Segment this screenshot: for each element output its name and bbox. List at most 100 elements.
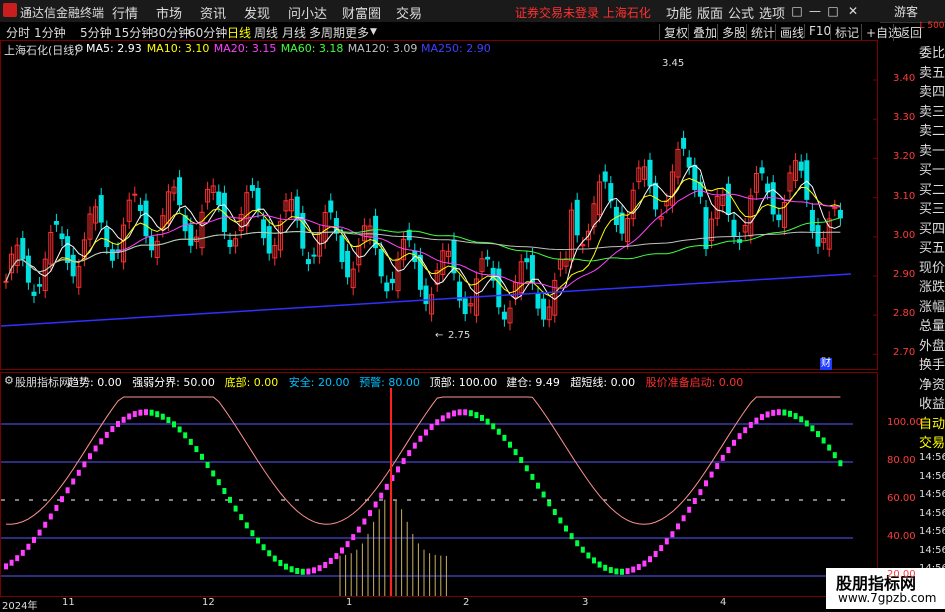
tab-1min[interactable]: 1分钟: [34, 24, 66, 41]
indicator-bar: [384, 483, 389, 490]
indicator-bar: [356, 526, 361, 533]
tab-30min[interactable]: 30分钟: [151, 24, 190, 41]
candle-body: [59, 233, 65, 240]
indicator-settings-icon[interactable]: ⚙: [4, 374, 14, 387]
tool-mark[interactable]: 标记: [830, 24, 859, 41]
settings-icon[interactable]: ⚙: [74, 42, 84, 55]
tab-weekly[interactable]: 周线: [254, 24, 278, 41]
menu-discover[interactable]: 发现: [244, 3, 270, 22]
indicator-bar: [261, 544, 266, 551]
candle-body: [149, 236, 155, 251]
restore-icon[interactable]: □: [790, 4, 804, 18]
menu-ask[interactable]: 问小达: [288, 3, 327, 22]
tool-adjust[interactable]: 复权: [659, 24, 688, 41]
indicator-bar: [631, 566, 636, 573]
candle-body: [53, 220, 59, 225]
indicator-bar: [166, 417, 171, 424]
indicator-y-tick: 20.00: [887, 569, 916, 580]
candle-body: [535, 293, 541, 309]
tool-back[interactable]: 返回: [893, 24, 922, 41]
tab-daily[interactable]: 日线: [227, 24, 251, 41]
tab-monthly[interactable]: 月线: [282, 24, 306, 41]
menu-wealth[interactable]: 财富圈: [342, 3, 381, 22]
main-y-tick: 2.70: [893, 347, 916, 359]
indicator-bar: [284, 563, 288, 570]
candle-body: [255, 187, 261, 211]
indicator-bar: [776, 409, 781, 416]
menu-market[interactable]: 市场: [156, 3, 182, 22]
trade-time: 14:56: [919, 452, 945, 463]
menu-quotes[interactable]: 行情: [112, 3, 138, 22]
indicator-bar: [788, 410, 792, 417]
indicator-bar: [60, 496, 64, 503]
menu-layout[interactable]: 版面: [697, 3, 723, 22]
indicator-bar: [412, 442, 417, 449]
indicator-bar: [138, 409, 143, 416]
login-notice[interactable]: 证券交易未登录 上海石化: [515, 4, 651, 21]
minimize-icon[interactable]: —: [808, 4, 822, 18]
indicator-bar: [530, 473, 535, 480]
indicator-bar: [132, 411, 137, 418]
indicator-bar: [401, 458, 406, 465]
ma-legend-item: MA5: 2.93: [86, 42, 142, 55]
candle-body: [462, 298, 468, 315]
indicator-bar: [608, 567, 613, 574]
candle-body: [25, 255, 31, 283]
maximize-icon[interactable]: □: [826, 4, 840, 18]
menu-formula[interactable]: 公式: [728, 3, 754, 22]
candle-body: [765, 183, 771, 193]
menu-trade[interactable]: 交易: [396, 3, 422, 22]
tool-draw[interactable]: 画线: [775, 24, 804, 41]
indicator-bar: [670, 531, 675, 538]
indicator-bar: [765, 411, 770, 418]
tab-15min[interactable]: 15分钟: [114, 24, 153, 41]
main-y-tick: 3.20: [893, 151, 916, 163]
quote-panel-label: 卖四: [919, 85, 945, 100]
indicator-bar: [642, 560, 647, 567]
tool-overlay[interactable]: 叠加: [688, 24, 717, 41]
tab-multi-period[interactable]: 多周期: [309, 24, 345, 41]
more-dropdown-icon[interactable]: ▼: [370, 27, 377, 37]
indicator-bar: [351, 534, 356, 541]
indicator-bar: [653, 551, 658, 558]
tab-more[interactable]: 更多: [345, 24, 369, 41]
tab-5min[interactable]: 5分钟: [80, 24, 112, 41]
candle-body: [266, 226, 272, 254]
indicator-bar: [732, 439, 736, 446]
indicator-bar: [200, 453, 204, 460]
quote-panel-label: 卖一: [919, 143, 945, 159]
candle-body: [759, 167, 765, 174]
tool-multi-stock[interactable]: 多股: [717, 24, 746, 41]
menu-news[interactable]: 资讯: [200, 3, 226, 22]
candle-body: [686, 157, 692, 168]
indicator-bar: [205, 461, 210, 468]
menu-options[interactable]: 选项: [759, 3, 785, 22]
close-icon[interactable]: ✕: [846, 4, 860, 18]
indicator-bar: [82, 461, 87, 468]
kline-grid: [873, 79, 877, 355]
candle-body: [798, 161, 804, 171]
indicator-bar: [20, 549, 25, 556]
candle-body: [132, 193, 138, 196]
tool-f10[interactable]: F10: [804, 24, 831, 38]
indicator-bar: [328, 558, 333, 565]
tool-stats[interactable]: 统计: [746, 24, 775, 41]
indicator-bar: [648, 556, 652, 563]
indicator-bar: [485, 418, 490, 425]
candle-body: [574, 199, 580, 236]
tab-timeshare[interactable]: 分时: [6, 24, 30, 41]
candle-body: [608, 183, 614, 202]
ma-legend-item: MA10: 3.10: [146, 42, 210, 55]
quote-panel-label: 净资: [919, 377, 945, 393]
indicator-bar: [317, 565, 322, 572]
tab-60min[interactable]: 60分钟: [188, 24, 227, 41]
indicator-bar: [278, 560, 283, 567]
guest-label[interactable]: 游客: [894, 3, 918, 20]
candle-body: [815, 225, 821, 247]
menu-bar: 通达信金融终端 行情 市场 资讯 发现 问小达 财富圈 交易 证券交易未登录 上…: [0, 0, 945, 23]
indicator-svg: [1, 388, 853, 596]
kline-svg: [1, 79, 877, 355]
indicator-bar: [345, 541, 350, 548]
finance-badge[interactable]: 财: [820, 358, 832, 370]
menu-functions[interactable]: 功能: [666, 3, 692, 22]
